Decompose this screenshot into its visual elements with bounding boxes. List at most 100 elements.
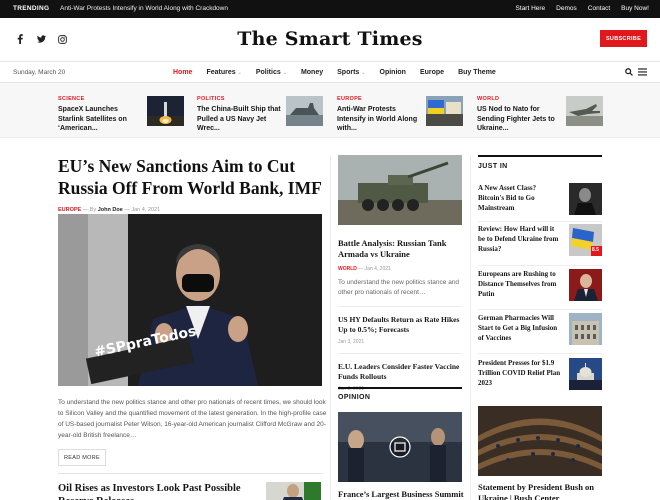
main-excerpt: To understand the new politics stance an…	[58, 399, 327, 439]
strip-item[interactable]: EUROPE Anti-War Protests Intensify in Wo…	[337, 96, 463, 134]
divider	[478, 353, 602, 354]
top-bar: TRENDING Anti-War Protests Intensify in …	[0, 0, 660, 18]
just-in-item[interactable]: Europeans are Rushing to Distance Themse…	[478, 269, 602, 309]
top-links: Start Here Demos Contact Buy Now!	[516, 5, 649, 12]
feature-meta: WORLD — Jan 4, 2021	[338, 266, 462, 272]
just-in-item[interactable]: President Presses for $1.9 Trillion COVI…	[478, 358, 602, 398]
just-in-item[interactable]: Review: How Hard will it be to Defend Uk…	[478, 224, 602, 264]
nav-item-features[interactable]: Features ⌄	[206, 69, 241, 76]
main-category[interactable]: EUROPE	[58, 207, 81, 213]
just-in-item[interactable]: A New Asset Class? Bitcoin's Bid to Go M…	[478, 183, 602, 223]
strip-item[interactable]: SCIENCE SpaceX Launches Starlink Satelli…	[58, 96, 184, 134]
opinion-title[interactable]: France’s Largest Business Summit	[338, 489, 468, 499]
search-icon[interactable]	[625, 68, 633, 78]
divider-line	[478, 353, 602, 354]
trending-headline[interactable]: Anti-War Protests Intensify in World Alo…	[60, 5, 228, 12]
opinion-label: OPINION	[338, 394, 371, 401]
nav-item-opinion[interactable]: Opinion	[380, 69, 406, 76]
chevron-down-icon: ⌄	[361, 70, 366, 76]
strip-item[interactable]: POLITICS The China-Built Ship that Pulle…	[197, 96, 323, 134]
main-headline[interactable]: EU’s New Sanctions Aim to Cut Russia Off…	[58, 155, 323, 199]
main-date: Jan 4, 2021	[131, 207, 161, 213]
strip-item[interactable]: WORLD US Nod to Nato for Sending Fighter…	[477, 96, 603, 134]
site-header: The Smart Times SUBSCRIBE	[0, 18, 660, 61]
review-score-badge: 8.5	[592, 247, 599, 253]
building-thumbnail[interactable]	[569, 313, 602, 345]
protest-thumbnail[interactable]	[426, 96, 463, 126]
opinion-section-header: OPINION	[338, 387, 462, 401]
main-story: EU’s New Sanctions Aim to Cut Russia Off…	[58, 155, 326, 500]
featured-strip: SCIENCE SpaceX Launches Starlink Satelli…	[0, 83, 660, 138]
secondary-headline[interactable]: Oil Rises as Investors Look Past Possibl…	[58, 482, 258, 500]
hamburger-menu-icon[interactable]	[638, 68, 647, 78]
just-in-title[interactable]: Europeans are Rushing to Distance Themse…	[478, 269, 562, 299]
fighter-jet-thumbnail[interactable]	[566, 96, 603, 126]
feature-title[interactable]: Battle Analysis: Russian Tank Armada vs …	[338, 238, 462, 260]
list-item-date: Jan 3, 2021	[338, 339, 365, 345]
strip-category[interactable]: SCIENCE	[58, 96, 143, 102]
top-link-start-here[interactable]: Start Here	[516, 5, 546, 12]
just-in-title[interactable]: A New Asset Class? Bitcoin's Bid to Go M…	[478, 183, 562, 213]
read-more-button[interactable]: READ MORE	[58, 449, 106, 466]
top-link-demos[interactable]: Demos	[556, 5, 577, 12]
nav-item-label: Features	[206, 69, 236, 76]
nav-item-sports[interactable]: Sports ⌄	[337, 69, 365, 76]
just-in-item[interactable]: German Pharmacies Will Start to Get a Bi…	[478, 313, 602, 353]
column-divider	[330, 155, 331, 500]
parliament-image[interactable]	[478, 406, 602, 476]
top-link-contact[interactable]: Contact	[588, 5, 610, 12]
just-in-label: JUST IN	[478, 155, 602, 170]
capitol-thumbnail[interactable]	[569, 358, 602, 390]
strip-category[interactable]: WORLD	[477, 96, 562, 102]
top-link-buy-now[interactable]: Buy Now!	[621, 5, 649, 12]
meta-separator: —	[82, 207, 90, 213]
divider	[338, 306, 462, 307]
divider	[478, 309, 602, 310]
trending-label: TRENDING	[13, 5, 50, 12]
main-author[interactable]: John Doe	[98, 207, 123, 213]
ship-thumbnail[interactable]	[286, 96, 323, 126]
nav-item-money[interactable]: Money	[301, 69, 323, 76]
chevron-down-icon: ⌄	[237, 70, 242, 76]
strip-category[interactable]: EUROPE	[337, 96, 422, 102]
byline-prefix: By	[89, 207, 97, 213]
divider-line	[478, 265, 602, 266]
just-in-title[interactable]: Review: How Hard will it be to Defend Uk…	[478, 224, 562, 254]
secondary-thumbnail[interactable]	[266, 482, 321, 500]
divider-line	[478, 309, 602, 310]
just-in-title[interactable]: President Presses for $1.9 Trillion COVI…	[478, 358, 562, 388]
feature-category[interactable]: WORLD	[338, 266, 357, 272]
rocket-launch-thumbnail[interactable]	[147, 96, 184, 126]
nav-item-politics[interactable]: Politics ⌄	[256, 69, 287, 76]
strip-title[interactable]: The China-Built Ship that Pulled a US Na…	[197, 105, 282, 134]
strip-title[interactable]: SpaceX Launches Starlink Satellites on ‘…	[58, 105, 143, 134]
nav-item-home[interactable]: Home	[173, 69, 192, 76]
nav-items: Home Features ⌄ Politics ⌄ Money Sports ⌄ O…	[173, 69, 496, 76]
bottom-story-title[interactable]: Statement by President Bush on Ukraine |…	[478, 482, 602, 500]
divider	[478, 265, 602, 266]
just-in-column: JUST IN A New Asset Class? Bitcoin's Bid…	[478, 155, 602, 390]
strip-title[interactable]: Anti-War Protests Intensify in World Alo…	[337, 105, 422, 134]
tank-image[interactable]	[338, 155, 462, 225]
feature-date: Jan 4, 2021	[364, 266, 391, 272]
putin-thumbnail[interactable]	[569, 269, 602, 301]
nav-item-europe[interactable]: Europe	[420, 69, 444, 76]
list-item-title[interactable]: US HY Defaults Return as Rate Hikes Up t…	[338, 315, 462, 335]
nav-item-label: Politics	[255, 69, 281, 76]
just-in-title[interactable]: German Pharmacies Will Start to Get a Bi…	[478, 313, 562, 343]
opinion-image[interactable]	[338, 412, 462, 482]
chevron-down-icon: ⌄	[282, 70, 287, 76]
strip-category[interactable]: POLITICS	[197, 96, 282, 102]
nav-item-buy-theme[interactable]: Buy Theme	[458, 69, 496, 76]
divider	[338, 353, 462, 354]
divider	[478, 221, 602, 222]
strip-title[interactable]: US Nod to Nato for Sending Fighter Jets …	[477, 105, 562, 134]
feature-excerpt: To understand the new politics stance an…	[338, 279, 460, 296]
bitcoin-thumbnail[interactable]	[569, 183, 602, 215]
list-item-title[interactable]: E.U. Leaders Consider Faster Vaccine Fun…	[338, 362, 462, 382]
subscribe-button[interactable]: SUBSCRIBE	[600, 30, 647, 47]
site-logo[interactable]: The Smart Times	[0, 28, 660, 50]
column-divider	[470, 155, 471, 500]
divider-line	[478, 221, 602, 222]
divider	[58, 473, 323, 474]
